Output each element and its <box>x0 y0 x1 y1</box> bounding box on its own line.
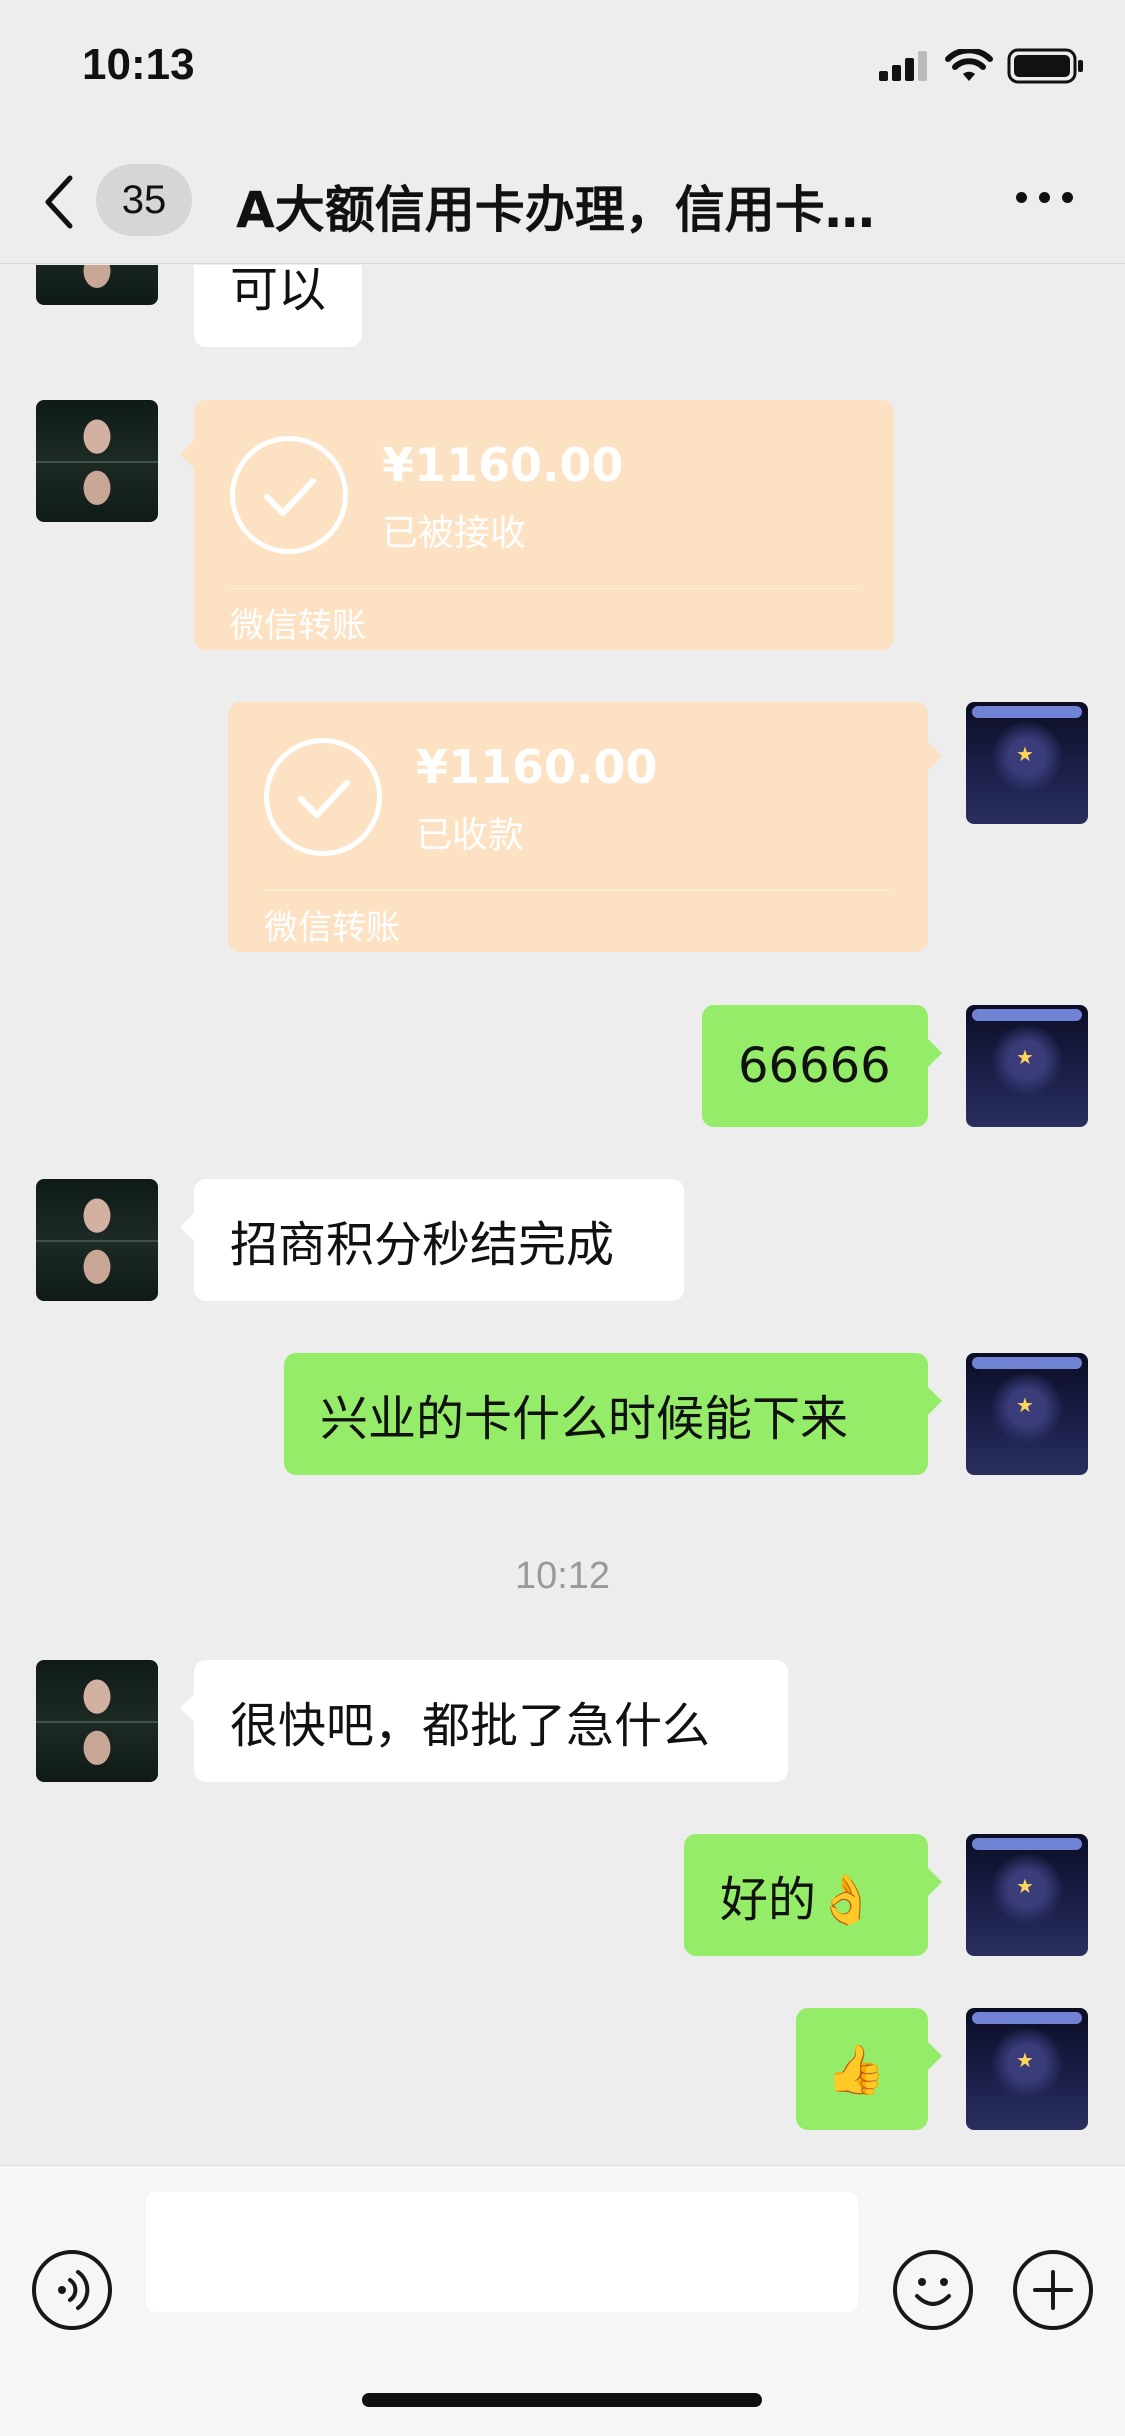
emoji-icon <box>915 2278 951 2306</box>
plus-button[interactable] <box>1013 2250 1093 2330</box>
status-icons <box>877 48 1085 84</box>
message-bubble[interactable]: 兴业的卡什么时候能下来 <box>284 1353 942 1475</box>
message-bubble[interactable]: 好的👌 <box>684 1834 942 1956</box>
friend-avatar[interactable] <box>36 265 158 305</box>
transfer-amount: ¥1160.00 <box>416 740 658 794</box>
back-button[interactable] <box>36 174 86 230</box>
wifi-icon <box>945 49 993 81</box>
self-avatar[interactable]: ★ <box>966 1353 1088 1475</box>
voice-icon <box>58 2270 90 2310</box>
chat-title: A大额信用卡办理，信用卡… <box>236 181 875 239</box>
message-bubble[interactable]: 招商积分秒结完成 <box>180 1179 684 1301</box>
transfer-card[interactable]: ¥1160.00 已被接收 微信转账 <box>180 400 894 650</box>
timestamp: 10:12 <box>514 1555 611 1597</box>
self-avatar[interactable]: ★ <box>966 2008 1088 2130</box>
transfer-brand: 微信转账 <box>230 606 366 646</box>
friend-avatar[interactable] <box>36 1660 158 1782</box>
status-bar: 10:13 <box>0 0 1125 134</box>
self-avatar[interactable]: ★ <box>966 702 1088 824</box>
plus-icon <box>1033 2270 1073 2310</box>
transfer-status: 已收款 <box>416 815 525 856</box>
unread-count-badge[interactable]: 35 <box>96 164 192 236</box>
voice-button[interactable] <box>32 2250 112 2330</box>
status-time: 10:13 <box>82 40 195 89</box>
transfer-amount: ¥1160.00 <box>382 438 624 492</box>
message-bubble[interactable]: 👍 <box>796 2008 942 2130</box>
transfer-divider <box>264 890 892 891</box>
friend-avatar[interactable] <box>36 1179 158 1301</box>
transfer-divider <box>230 588 858 589</box>
message-text: 可以 <box>230 265 327 318</box>
self-avatar[interactable]: ★ <box>966 1834 1088 1956</box>
self-avatar[interactable]: ★ <box>966 1005 1088 1127</box>
transfer-card[interactable]: ¥1160.00 已收款 微信转账 <box>228 702 942 952</box>
message-bubble[interactable]: 66666 <box>702 1005 942 1127</box>
message-input[interactable] <box>146 2192 858 2312</box>
transfer-status: 已被接收 <box>382 513 527 554</box>
message-list[interactable]: 可以 ¥1160.00 已被接收 微信转账 ★ ¥1160.00 已收款 微信转… <box>0 265 1125 2165</box>
emoji-button[interactable] <box>893 2250 973 2330</box>
message-text: 66666 <box>738 1038 891 1094</box>
signal-icon <box>879 51 927 81</box>
chat-header: 35 A大额信用卡办理，信用卡… <box>0 134 1125 264</box>
more-dots-icon <box>1016 192 1027 203</box>
more-button[interactable] <box>1016 192 1073 203</box>
message-text: 👍 <box>826 2041 886 2098</box>
message-bubble[interactable]: 很快吧，都批了急什么 <box>180 1660 788 1782</box>
transfer-brand: 微信转账 <box>264 908 400 948</box>
message-bubble[interactable]: 可以 <box>194 265 363 347</box>
message-text: 很快吧，都批了急什么 <box>230 1698 711 1754</box>
check-circle-icon <box>264 738 382 856</box>
check-circle-icon <box>230 436 348 554</box>
message-text: 兴业的卡什么时候能下来 <box>320 1391 849 1447</box>
message-text: 好的👌 <box>720 1872 876 1928</box>
message-text: 招商积分秒结完成 <box>230 1217 615 1273</box>
battery-icon <box>1007 48 1083 84</box>
friend-avatar[interactable] <box>36 400 158 522</box>
chevron-left-icon <box>45 175 73 229</box>
home-indicator[interactable] <box>362 2393 762 2407</box>
